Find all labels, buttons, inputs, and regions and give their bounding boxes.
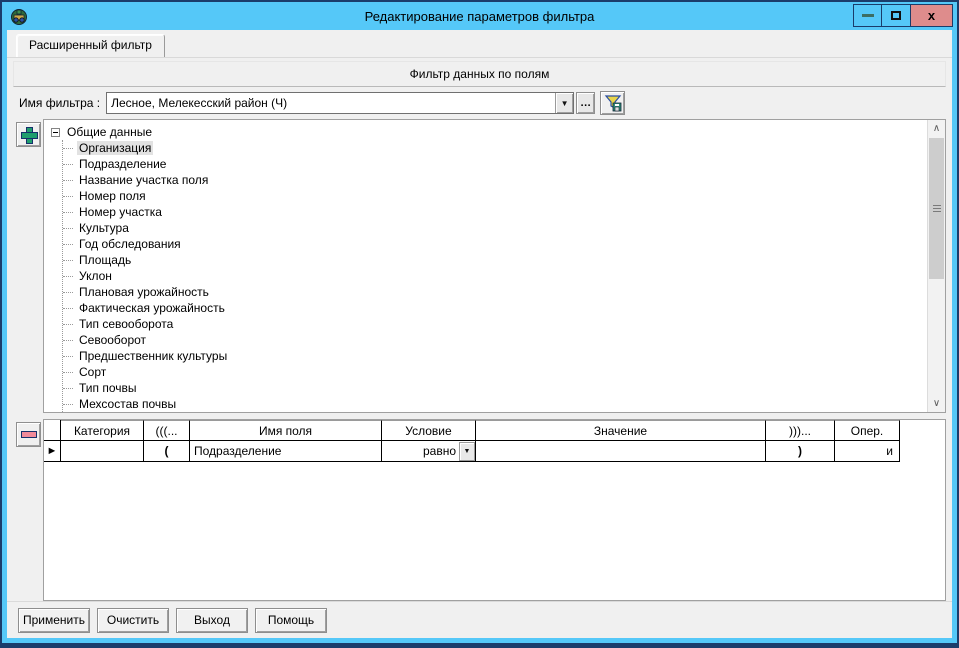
close-icon: x	[928, 8, 935, 23]
collapse-icon[interactable]	[51, 128, 60, 137]
cell-field-name[interactable]: Подразделение	[190, 441, 382, 462]
tab-advanced-filter[interactable]: Расширенный фильтр	[16, 34, 165, 57]
chevron-down-icon: ▼	[464, 448, 471, 455]
clear-button[interactable]: Очистить	[97, 608, 169, 633]
cell-category[interactable]	[61, 441, 144, 462]
column-header-condition: Условие	[382, 420, 476, 441]
tree-item[interactable]: Номер участка	[63, 204, 927, 220]
footer-bar: Применить Очистить Выход Помощь	[7, 601, 952, 638]
filter-name-combobox: ▼	[106, 92, 574, 114]
cell-open-bracket[interactable]: (	[144, 441, 190, 462]
scrollbar-grip-icon	[933, 208, 941, 209]
tree-children: Организация Подразделение Название участ…	[62, 140, 927, 412]
tree-item[interactable]: Культура	[63, 220, 927, 236]
panel-header: Фильтр данных по полям	[13, 61, 946, 87]
column-header-close-brackets: )))...	[766, 420, 835, 441]
column-header-field-name: Имя поля	[190, 420, 382, 441]
tab-panel: Фильтр данных по полям Имя фильтра : ▼ …	[7, 57, 952, 638]
conditions-pane: Категория (((... Имя поля Условие Значен…	[13, 419, 946, 601]
tree-item[interactable]: Плановая урожайность	[63, 284, 927, 300]
remove-condition-button[interactable]	[16, 422, 41, 447]
window-title: Редактирование параметров фильтра	[2, 9, 957, 24]
exit-button[interactable]: Выход	[176, 608, 248, 633]
minimize-icon	[862, 14, 874, 17]
window-frame: Расширенный фильтр Фильтр данных по поля…	[2, 30, 957, 643]
condition-dropdown-button[interactable]: ▼	[459, 442, 475, 461]
condition-value: равно	[423, 444, 456, 458]
tree-item[interactable]: Подразделение	[63, 156, 927, 172]
chevron-down-icon: ▼	[561, 99, 569, 108]
tree-item[interactable]: Предшественник культуры	[63, 348, 927, 364]
filter-name-dropdown-button[interactable]: ▼	[555, 93, 573, 113]
tree-item[interactable]: Организация	[63, 140, 927, 156]
tree-item[interactable]: Год обследования	[63, 236, 927, 252]
grid-header-row: Категория (((... Имя поля Условие Значен…	[44, 420, 945, 441]
cell-condition[interactable]: равно ▼	[382, 441, 476, 462]
tree-item[interactable]: Название участка поля	[63, 172, 927, 188]
tree-item[interactable]: Сорт	[63, 364, 927, 380]
tree-item[interactable]: Фактическая урожайность	[63, 300, 927, 316]
scrollbar-thumb[interactable]	[929, 138, 944, 279]
filter-name-row: Имя фильтра : ▼ …	[7, 87, 952, 119]
scroll-down-icon[interactable]: ∨	[928, 395, 945, 412]
column-header-operator: Опер.	[835, 420, 900, 441]
tree-item[interactable]: Уклон	[63, 268, 927, 284]
tree-root-label[interactable]: Общие данные	[65, 125, 154, 139]
tree-item[interactable]: Мехсостав почвы	[63, 396, 927, 412]
column-header-category: Категория	[61, 420, 144, 441]
column-header-value: Значение	[476, 420, 766, 441]
close-button[interactable]: x	[911, 4, 953, 27]
grid-toolbar	[13, 419, 43, 601]
tab-strip: Расширенный фильтр	[7, 30, 952, 57]
tree-item[interactable]: Площадь	[63, 252, 927, 268]
tree-toolbar	[13, 119, 43, 413]
cell-value[interactable]: отделение Лесное ; Мелекесский район (Ч)	[476, 441, 766, 462]
ellipsis-icon: …	[580, 97, 591, 109]
tree-item[interactable]: Номер поля	[63, 188, 927, 204]
maximize-button[interactable]	[882, 4, 911, 27]
conditions-grid: Категория (((... Имя поля Условие Значен…	[43, 419, 946, 601]
scrollbar-track[interactable]	[928, 137, 945, 395]
save-filter-button[interactable]	[600, 91, 625, 115]
main-area: Общие данные Организация Подразделение Н…	[7, 119, 952, 601]
condition-row: ► ( Подразделение равно ▼ отделение Лесн…	[44, 441, 945, 462]
tree-item[interactable]: Тип почвы	[63, 380, 927, 396]
add-condition-button[interactable]	[16, 122, 41, 147]
minus-icon	[21, 431, 37, 438]
row-marker-cell: ►	[44, 441, 61, 462]
minimize-button[interactable]	[853, 4, 882, 27]
scroll-up-icon[interactable]: ∧	[928, 120, 945, 137]
dialog-window: Редактирование параметров фильтра x Расш…	[0, 0, 959, 648]
maximize-icon	[891, 11, 901, 20]
window-controls: x	[853, 4, 953, 27]
tree-root-row[interactable]: Общие данные	[51, 124, 927, 140]
filter-name-input[interactable]	[107, 93, 555, 113]
filter-name-label: Имя фильтра :	[19, 96, 100, 110]
cell-close-bracket[interactable]: )	[766, 441, 835, 462]
tree-scrollbar[interactable]: ∧ ∨	[927, 120, 945, 412]
fields-pane: Общие данные Организация Подразделение Н…	[13, 119, 946, 413]
fields-tree: Общие данные Организация Подразделение Н…	[44, 120, 927, 412]
funnel-save-icon	[604, 94, 622, 112]
filter-name-ellipsis-button[interactable]: …	[576, 92, 595, 114]
cell-operator[interactable]: и	[835, 441, 900, 462]
tree-item[interactable]: Севооборот	[63, 332, 927, 348]
fields-tree-panel: Общие данные Организация Подразделение Н…	[43, 119, 946, 413]
apply-button[interactable]: Применить	[18, 608, 90, 633]
tree-item[interactable]: Тип севооборота	[63, 316, 927, 332]
row-marker-icon: ►	[47, 446, 58, 457]
column-header-open-brackets: (((...	[144, 420, 190, 441]
plus-icon	[21, 127, 36, 142]
grid-corner-cell	[44, 420, 61, 441]
help-button[interactable]: Помощь	[255, 608, 327, 633]
title-bar: Редактирование параметров фильтра x	[2, 2, 957, 30]
